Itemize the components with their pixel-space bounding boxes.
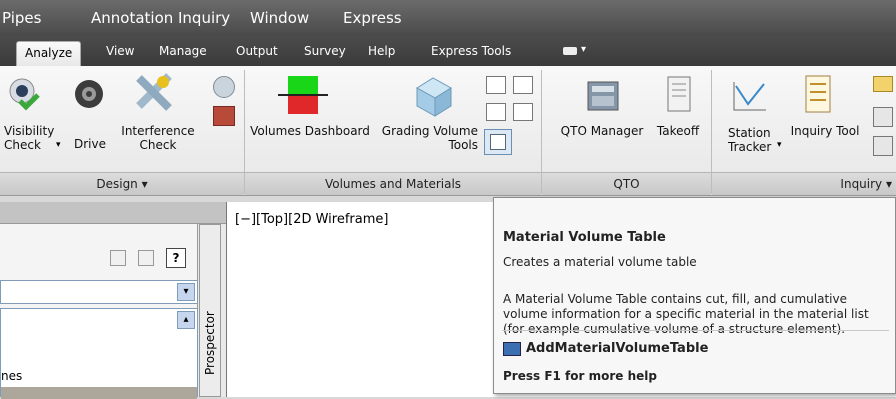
grading-volume-tools-icon bbox=[416, 77, 452, 117]
prospector-tree[interactable]: ▴ nes bbox=[0, 308, 198, 399]
tab-survey[interactable]: Survey bbox=[304, 44, 346, 58]
interference-check-button[interactable]: Interference Check bbox=[120, 124, 196, 152]
visibility-check-icon bbox=[9, 78, 40, 111]
tab-output[interactable]: Output bbox=[236, 44, 278, 58]
prospector-label: Prospector bbox=[203, 311, 217, 375]
tab-help[interactable]: Help bbox=[368, 44, 395, 58]
toolspace-content: ? ▾ ▴ nes bbox=[0, 224, 198, 399]
tab-manage[interactable]: Manage bbox=[159, 44, 207, 58]
check-icon[interactable] bbox=[213, 76, 235, 98]
volumes-dashboard-icon bbox=[288, 76, 318, 94]
inquiry-tool-icon bbox=[805, 75, 831, 113]
station-tracker-button[interactable]: Station Tracker bbox=[728, 126, 776, 154]
menu-item-annotation[interactable]: Annotation bbox=[91, 9, 173, 27]
scroll-up-icon[interactable]: ▴ bbox=[177, 311, 195, 329]
drive-button[interactable]: Drive bbox=[72, 137, 108, 151]
chevron-down-icon[interactable]: ▾ bbox=[56, 140, 61, 150]
prospector-tab[interactable]: Prospector bbox=[199, 224, 221, 397]
panel-label-design[interactable]: Design ▾ bbox=[0, 172, 244, 195]
menu-item-express[interactable]: Express bbox=[343, 9, 402, 27]
ribbon-minimize-icon[interactable] bbox=[563, 47, 577, 55]
material-volume-table-button[interactable] bbox=[484, 129, 512, 155]
tooltip-help: Press F1 for more help bbox=[503, 369, 657, 383]
tree-item-selected[interactable] bbox=[1, 387, 197, 399]
tooltip-description: A Material Volume Table contains cut, fi… bbox=[503, 292, 869, 336]
inquiry-tool-button[interactable]: Inquiry Tool bbox=[786, 124, 864, 138]
visibility-check-button[interactable]: Visibility Check bbox=[4, 124, 54, 152]
command-icon bbox=[503, 342, 521, 356]
menu-item-inquiry[interactable]: Inquiry bbox=[178, 9, 230, 27]
volumes-dashboard-button[interactable]: Volumes Dashboard bbox=[248, 124, 372, 138]
measure-icon[interactable] bbox=[873, 76, 893, 92]
help-icon[interactable]: ? bbox=[166, 248, 186, 268]
table-icon[interactable] bbox=[513, 76, 533, 94]
ribbon-tab-bar: Analyze View Manage Output Survey Help E… bbox=[0, 36, 896, 66]
table-icon[interactable] bbox=[486, 103, 506, 121]
qto-manager-button[interactable]: QTO Manager bbox=[555, 124, 649, 138]
view-dropdown[interactable]: ▾ bbox=[0, 280, 198, 304]
chevron-down-icon[interactable]: ▾ bbox=[581, 44, 586, 55]
distance-icon[interactable] bbox=[873, 107, 893, 127]
tooltip-command: AddMaterialVolumeTable bbox=[526, 341, 709, 356]
menu-item-pipes[interactable]: Pipes bbox=[2, 9, 41, 27]
drive-icon bbox=[75, 80, 103, 108]
tree-icon[interactable] bbox=[110, 250, 126, 266]
settings-table-icon[interactable] bbox=[513, 103, 533, 121]
item-view-icon[interactable] bbox=[138, 250, 154, 266]
tab-express-tools[interactable]: Express Tools bbox=[431, 44, 511, 58]
material-volume-table-icon bbox=[490, 134, 506, 150]
tool-icon[interactable] bbox=[213, 106, 235, 126]
takeoff-icon bbox=[667, 76, 691, 112]
list-icon[interactable] bbox=[873, 136, 893, 156]
menu-bar: Pipes Annotation Inquiry Window Express bbox=[0, 0, 896, 36]
grading-volume-tools-button[interactable]: Grading Volume Tools bbox=[378, 124, 478, 152]
chevron-down-icon[interactable]: ▾ bbox=[177, 283, 195, 301]
qto-manager-icon bbox=[587, 81, 619, 111]
interference-check-icon bbox=[136, 73, 172, 111]
toolspace-header bbox=[0, 202, 227, 224]
takeoff-button[interactable]: Takeoff bbox=[650, 124, 706, 138]
panel-label-inquiry[interactable]: Inquiry ▾ bbox=[712, 172, 896, 195]
station-tracker-icon bbox=[733, 82, 766, 111]
panel-label-qto: QTO bbox=[542, 172, 711, 195]
toolspace-panel: ? ▾ ▴ nes Prospector bbox=[0, 202, 227, 399]
viewport-controls-label[interactable]: [−][Top][2D Wireframe] bbox=[235, 212, 388, 227]
tooltip-title: Material Volume Table bbox=[503, 230, 666, 245]
tooltip: Material Volume Table Creates a material… bbox=[493, 197, 896, 394]
tooltip-subtitle: Creates a material volume table bbox=[503, 255, 697, 269]
table-icon[interactable] bbox=[486, 76, 506, 94]
tab-analyze[interactable]: Analyze bbox=[16, 41, 82, 66]
ribbon: Visibility Check ▾ Drive Interference Ch… bbox=[0, 66, 896, 196]
menu-item-window[interactable]: Window bbox=[250, 9, 309, 27]
tree-item[interactable]: nes bbox=[1, 369, 22, 383]
tab-view[interactable]: View bbox=[106, 44, 134, 58]
panel-label-volumes-and-materials: Volumes and Materials bbox=[245, 172, 541, 195]
chevron-down-icon[interactable]: ▾ bbox=[777, 140, 782, 150]
